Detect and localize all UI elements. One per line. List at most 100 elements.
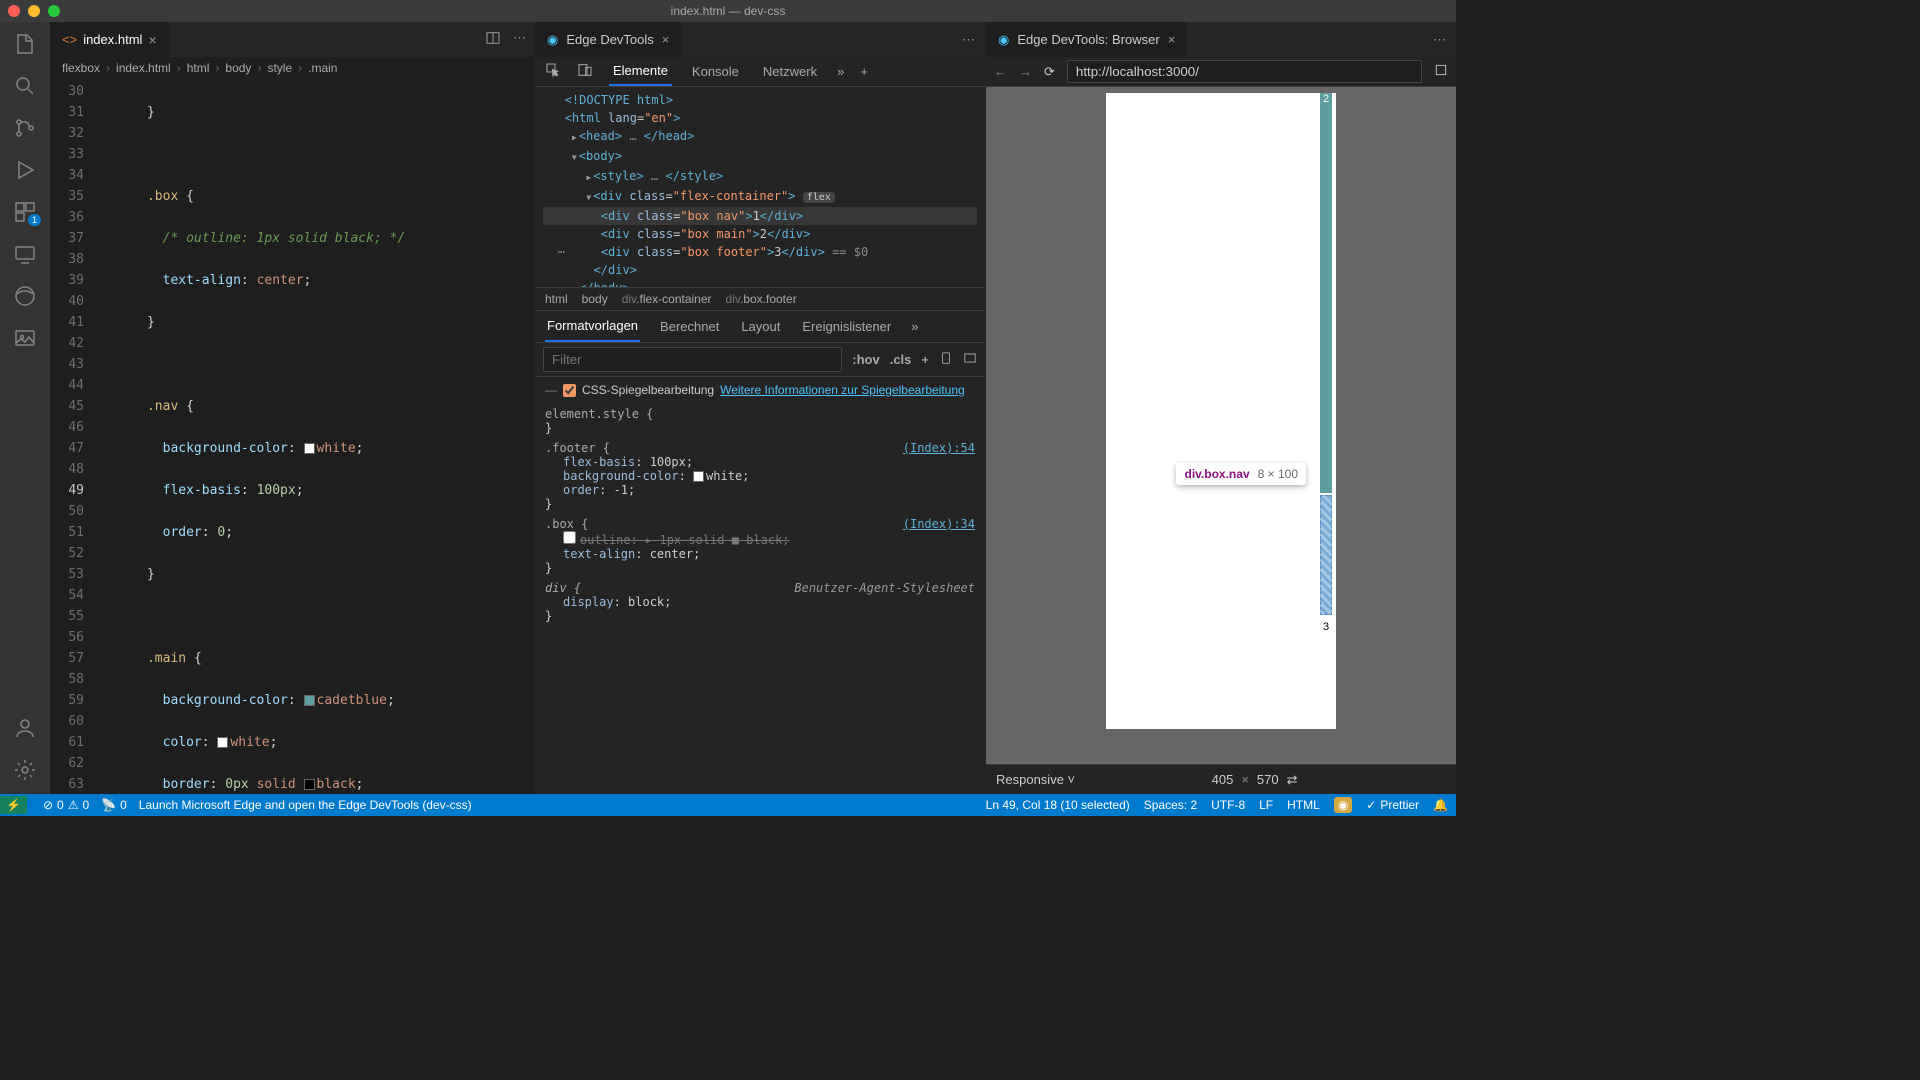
- code-content[interactable]: } .box { /* outline: 1px solid black; */…: [100, 79, 534, 794]
- styles-toolbar: :hov .cls +: [535, 343, 985, 377]
- chevron-right-icon[interactable]: »: [911, 319, 918, 334]
- viewport-width[interactable]: 405: [1212, 772, 1234, 787]
- explorer-icon[interactable]: [13, 32, 37, 56]
- tab-elements[interactable]: Elemente: [609, 57, 672, 86]
- extensions-icon[interactable]: 1: [13, 200, 37, 224]
- devtools-toolbar: Elemente Konsole Netzwerk » +: [535, 57, 985, 87]
- forward-button[interactable]: →: [1019, 64, 1032, 79]
- activity-bar: 1: [0, 22, 50, 794]
- styles-filter-input[interactable]: [543, 347, 842, 372]
- mirror-checkbox[interactable]: [563, 384, 576, 397]
- close-icon[interactable]: ×: [662, 32, 670, 47]
- devtools-breadcrumb[interactable]: html body div.flex-container div.box.foo…: [535, 287, 985, 311]
- tab-console[interactable]: Konsole: [688, 58, 743, 85]
- cls-toggle[interactable]: .cls: [890, 352, 912, 367]
- device-mode-select[interactable]: Responsive ˅: [996, 772, 1075, 787]
- inspect-tooltip: div.box.nav8 × 100: [1176, 463, 1306, 485]
- editor-tab-label: index.html: [83, 32, 142, 47]
- search-icon[interactable]: [13, 74, 37, 98]
- minimize-window[interactable]: [28, 5, 40, 17]
- back-button[interactable]: ←: [994, 64, 1007, 79]
- remote-icon[interactable]: [13, 242, 37, 266]
- html-file-icon: <>: [62, 32, 77, 47]
- source-link[interactable]: (Index):34: [903, 517, 975, 531]
- subtab-listeners[interactable]: Ereignislistener: [800, 312, 893, 341]
- close-window[interactable]: [8, 5, 20, 17]
- swap-dims-icon[interactable]: ⇄: [1287, 772, 1298, 788]
- styles-panel[interactable]: element.style { } .footer {(Index):54 fl…: [535, 403, 985, 794]
- edge-status-icon[interactable]: ◉: [1334, 797, 1352, 813]
- notifications-icon[interactable]: 🔔: [1433, 798, 1448, 812]
- url-input[interactable]: [1067, 60, 1422, 83]
- ports-count[interactable]: 📡 0: [101, 798, 127, 812]
- editor-column: <> index.html × ⋯ flexbox› index.html› h…: [50, 22, 535, 794]
- chevron-right-icon[interactable]: »: [837, 64, 844, 79]
- source-link[interactable]: (Index):54: [903, 441, 975, 455]
- run-debug-icon[interactable]: [13, 158, 37, 182]
- image-icon[interactable]: [13, 326, 37, 350]
- cursor-position[interactable]: Ln 49, Col 18 (10 selected): [986, 798, 1130, 812]
- encoding[interactable]: UTF-8: [1211, 798, 1245, 812]
- panel-icon[interactable]: [963, 351, 977, 368]
- reload-button[interactable]: ⟳: [1044, 64, 1055, 80]
- more-icon[interactable]: ⋯: [1433, 32, 1456, 48]
- editor-tab[interactable]: <> index.html ×: [50, 22, 170, 57]
- edge-icon: ◉: [547, 32, 558, 48]
- subtab-computed[interactable]: Berechnet: [658, 312, 721, 341]
- dom-tree[interactable]: <!DOCTYPE html> <html lang="en"> <head> …: [535, 87, 985, 287]
- more-icon[interactable]: ⋯: [962, 32, 985, 48]
- browser-viewport[interactable]: 2 3 div.box.nav8 × 100: [986, 87, 1456, 764]
- split-editor-icon[interactable]: [485, 30, 501, 49]
- browser-tab-bar: ◉ Edge DevTools: Browser × ⋯: [986, 22, 1456, 57]
- traffic-lights: [8, 5, 60, 17]
- remote-button[interactable]: ⚡: [0, 796, 27, 814]
- devtools-tab-label: Edge DevTools: [566, 32, 653, 47]
- plus-icon[interactable]: +: [921, 352, 929, 367]
- eol[interactable]: LF: [1259, 798, 1273, 812]
- browser-tab-label: Edge DevTools: Browser: [1017, 32, 1159, 47]
- settings-icon[interactable]: [13, 758, 37, 782]
- window-title: index.html — dev-css: [671, 4, 786, 18]
- titlebar: index.html — dev-css: [0, 0, 1456, 22]
- viewport-height[interactable]: 570: [1257, 772, 1279, 787]
- page-box-nav-highlight: [1320, 495, 1332, 615]
- devtools-tab[interactable]: ◉ Edge DevTools ×: [535, 22, 681, 57]
- device-toolbar: Responsive ˅ 405 × 570 ⇄: [986, 764, 1456, 794]
- indent-setting[interactable]: Spaces: 2: [1144, 798, 1197, 812]
- prettier-status[interactable]: ✓ Prettier: [1366, 798, 1419, 812]
- tab-network[interactable]: Netzwerk: [759, 58, 821, 85]
- browser-column: ◉ Edge DevTools: Browser × ⋯ ← → ⟳ 2 3 d…: [985, 22, 1456, 794]
- close-icon[interactable]: ×: [1168, 32, 1176, 47]
- launch-hint[interactable]: Launch Microsoft Edge and open the Edge …: [139, 798, 472, 812]
- mirror-link[interactable]: Weitere Informationen zur Spiegelbearbei…: [720, 383, 965, 397]
- device-toggle-icon[interactable]: [577, 62, 593, 81]
- devtools-column: ◉ Edge DevTools × ⋯ Elemente Konsole Net…: [535, 22, 985, 794]
- account-icon[interactable]: [13, 716, 37, 740]
- device-icon[interactable]: [939, 351, 953, 368]
- rule-checkbox[interactable]: [563, 531, 576, 544]
- mirror-label: CSS-Spiegelbearbeitung: [582, 383, 714, 397]
- source-control-icon[interactable]: [13, 116, 37, 140]
- more-icon[interactable]: ⋯: [513, 30, 526, 49]
- status-bar: ⚡ ⊘ 0 ⚠ 0 📡 0 Launch Microsoft Edge and …: [0, 794, 1456, 816]
- subtab-styles[interactable]: Formatvorlagen: [545, 311, 640, 342]
- errors-count[interactable]: ⊘ 0 ⚠ 0: [43, 798, 89, 812]
- devtools-tab-bar: ◉ Edge DevTools × ⋯: [535, 22, 985, 57]
- browser-tab[interactable]: ◉ Edge DevTools: Browser ×: [986, 22, 1187, 57]
- fullscreen-icon[interactable]: [1434, 63, 1448, 80]
- page-box-main: 2: [1320, 93, 1332, 493]
- close-icon[interactable]: ×: [148, 32, 156, 48]
- hov-toggle[interactable]: :hov: [852, 352, 879, 367]
- subtab-layout[interactable]: Layout: [739, 312, 782, 341]
- code-editor[interactable]: 3031323334353637383940414243444546474849…: [50, 79, 534, 794]
- breadcrumb[interactable]: flexbox› index.html› html› body› style› …: [50, 57, 534, 79]
- styles-tabs: Formatvorlagen Berechnet Layout Ereignis…: [535, 311, 985, 343]
- line-gutter: 3031323334353637383940414243444546474849…: [50, 79, 100, 794]
- maximize-window[interactable]: [48, 5, 60, 17]
- language-mode[interactable]: HTML: [1287, 798, 1320, 812]
- edge-tools-icon[interactable]: [13, 284, 37, 308]
- inspect-icon[interactable]: [545, 62, 561, 81]
- page-box-footer: 3: [1320, 621, 1332, 721]
- plus-icon[interactable]: +: [860, 64, 868, 79]
- mirror-editing-row: — CSS-Spiegelbearbeitung Weitere Informa…: [535, 377, 985, 403]
